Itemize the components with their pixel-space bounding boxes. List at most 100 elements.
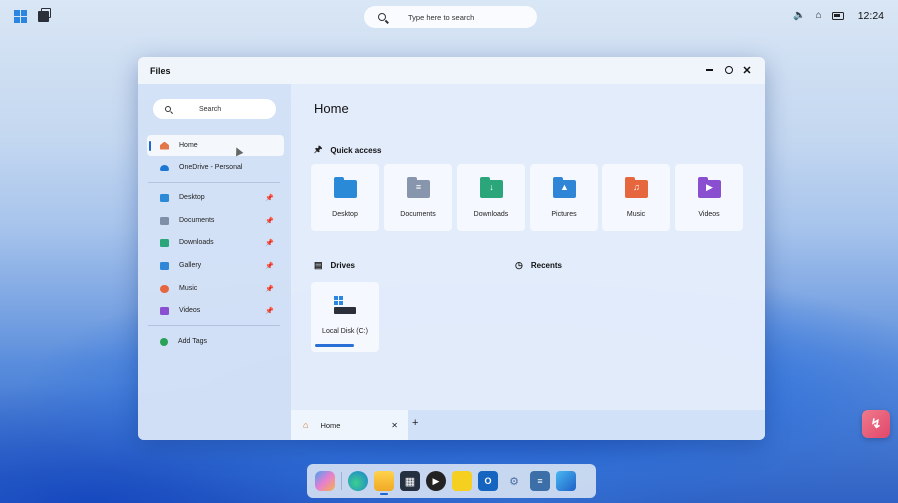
store-icon[interactable]: ▦: [400, 471, 420, 491]
task-view-icon[interactable]: [38, 8, 51, 22]
sidebar-search-input[interactable]: Search: [153, 99, 276, 119]
start-icon[interactable]: [14, 10, 27, 23]
page-title: Home: [314, 101, 349, 116]
clock-icon: ◷: [515, 260, 523, 270]
new-tab-button[interactable]: +: [412, 417, 418, 429]
videos-folder-icon: [160, 306, 169, 315]
media-player-icon[interactable]: ▶: [426, 471, 446, 491]
file-explorer-icon[interactable]: [374, 471, 394, 495]
wifi-icon[interactable]: ⌂: [816, 10, 822, 22]
system-tray: 🔈 ⌂ 12:24: [793, 10, 884, 22]
tile-label: Music: [626, 211, 646, 218]
sidebar-item-label: Videos: [179, 307, 201, 314]
pin-icon[interactable]: 📌: [265, 262, 274, 270]
close-tab-icon[interactable]: ✕: [391, 421, 398, 430]
tile-label: Documents: [400, 211, 436, 218]
main-content: Home 🖈 Quick access Desktop ≡ Documents …: [291, 84, 765, 440]
pin-icon[interactable]: 📌: [265, 194, 274, 202]
sidebar-item-onedrive[interactable]: OneDrive - Personal: [147, 157, 284, 178]
top-bar: Type here to search 🔈 ⌂ 12:24: [0, 0, 898, 34]
sidebar-item-home[interactable]: Home: [147, 135, 284, 156]
sidebar-item-downloads[interactable]: Downloads 📌: [147, 232, 284, 253]
quick-access-pictures[interactable]: ▲ Pictures: [530, 164, 598, 231]
sidebar-item-add-tags[interactable]: Add Tags: [147, 331, 284, 352]
home-icon: ⌂: [303, 420, 309, 430]
photos-icon[interactable]: [556, 471, 576, 491]
tile-label: Desktop: [332, 211, 358, 218]
quick-access-videos[interactable]: ▶ Videos: [675, 164, 743, 231]
pin-icon[interactable]: 📌: [265, 239, 274, 247]
maximize-button[interactable]: [722, 63, 736, 77]
clock[interactable]: 12:24: [858, 10, 884, 22]
sidebar: Search Home OneDrive - Personal Desktop …: [138, 84, 291, 440]
drive-label: Local Disk (C:): [322, 328, 368, 335]
copilot-icon[interactable]: ↯: [862, 410, 890, 438]
sidebar-item-label: Add Tags: [178, 338, 208, 345]
sidebar-search-label: Search: [199, 105, 222, 113]
quick-access-music[interactable]: ♫ Music: [602, 164, 670, 231]
windows-drive-icon: [334, 296, 356, 314]
pin-icon[interactable]: 📌: [265, 217, 274, 225]
volume-icon[interactable]: 🔈: [793, 10, 805, 22]
divider: [148, 182, 280, 183]
drives-heading: ▤ Drives: [314, 260, 355, 271]
copilot-app-icon[interactable]: [315, 471, 335, 491]
pin-icon[interactable]: 📌: [265, 307, 274, 315]
quick-access-desktop[interactable]: Desktop: [311, 164, 379, 231]
minimize-button[interactable]: [702, 63, 716, 77]
sidebar-item-music[interactable]: Music 📌: [147, 278, 284, 299]
taskbar-search-input[interactable]: Type here to search: [364, 6, 537, 28]
taskbar-separator: [341, 472, 342, 490]
home-icon: [160, 141, 169, 150]
drive-usage-bar: [315, 344, 354, 347]
drive-local-disk-c[interactable]: Local Disk (C:): [311, 282, 379, 352]
downloads-folder-icon: ↓: [480, 177, 503, 198]
quick-access-downloads[interactable]: ↓ Downloads: [457, 164, 525, 231]
cloud-icon: [160, 164, 169, 171]
close-button[interactable]: ✕: [740, 63, 754, 77]
desktop-folder-icon: [160, 193, 169, 202]
recents-heading: ◷ Recents: [515, 260, 562, 271]
documents-folder-icon: ≡: [407, 177, 430, 198]
sidebar-item-label: Desktop: [179, 194, 205, 201]
sidebar-item-documents[interactable]: Documents 📌: [147, 210, 284, 231]
tab-label: Home: [320, 420, 341, 430]
sidebar-item-label: Music: [179, 285, 198, 292]
drives-heading-label: Drives: [330, 261, 355, 270]
recents-heading-label: Recents: [530, 261, 562, 270]
music-folder-icon: ♫: [625, 177, 648, 198]
quick-access-documents[interactable]: ≡ Documents: [384, 164, 452, 231]
window-title: Files: [150, 65, 171, 76]
tab-home[interactable]: ⌂ Home ✕: [291, 410, 408, 440]
sidebar-item-label: Documents: [179, 217, 215, 224]
add-tags-icon: [160, 337, 168, 346]
files-window: Files ✕ Search Home OneDrive - Personal …: [138, 57, 765, 440]
sidebar-item-videos[interactable]: Videos 📌: [147, 300, 284, 321]
title-bar[interactable]: Files ✕: [138, 57, 765, 84]
tile-label: Videos: [698, 211, 720, 218]
pictures-folder-icon: ▲: [553, 177, 576, 198]
sidebar-item-gallery[interactable]: Gallery 📌: [147, 255, 284, 276]
music-folder-icon: [160, 284, 169, 293]
notepad-icon[interactable]: ≡: [530, 471, 550, 491]
battery-icon[interactable]: [831, 12, 844, 20]
downloads-folder-icon: [160, 238, 169, 247]
search-icon: [378, 13, 386, 21]
sidebar-item-desktop[interactable]: Desktop 📌: [147, 187, 284, 208]
sticky-notes-icon[interactable]: [452, 471, 472, 491]
sidebar-item-label: Home: [179, 142, 198, 149]
tile-label: Downloads: [473, 211, 509, 218]
videos-folder-icon: ▶: [698, 177, 721, 198]
sidebar-item-label: OneDrive - Personal: [179, 164, 243, 171]
desktop-folder-icon: [334, 177, 357, 198]
taskbar: ▦ ▶ O ⚙ ≡: [307, 464, 596, 498]
outlook-icon[interactable]: O: [478, 471, 498, 491]
settings-icon[interactable]: ⚙: [504, 471, 524, 491]
pin-icon[interactable]: 📌: [265, 285, 274, 293]
quick-access-heading-label: Quick access: [330, 145, 382, 155]
search-placeholder: Type here to search: [408, 12, 475, 22]
gallery-icon: [160, 261, 169, 270]
edge-icon[interactable]: [348, 471, 368, 491]
drive-icon: ▤: [314, 260, 323, 270]
sidebar-item-label: Gallery: [179, 262, 202, 269]
